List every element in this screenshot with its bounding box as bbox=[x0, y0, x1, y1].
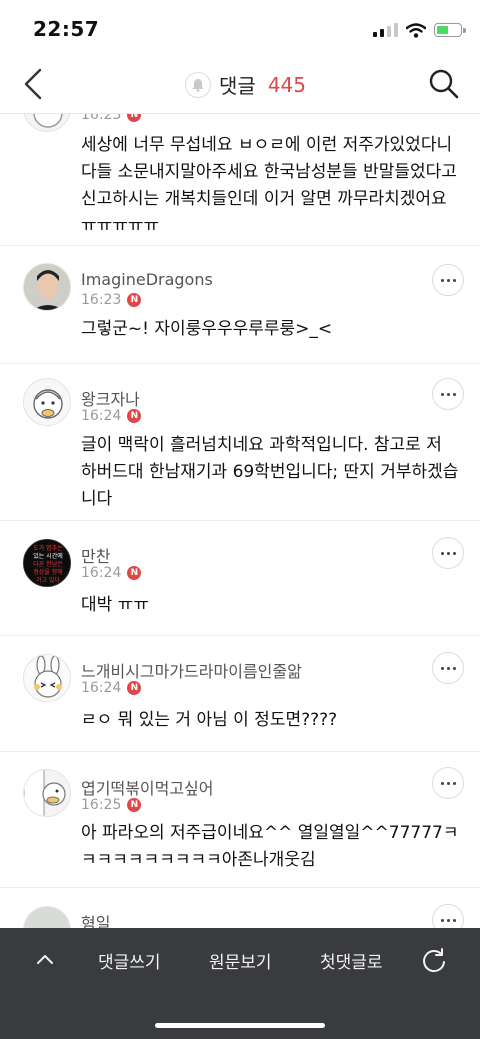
up-icon[interactable] bbox=[34, 950, 56, 968]
comment-item: 엽기떡볶이먹고싶어 16:25 N 아 파라오의 저주급이네요^^ 열일열일^^… bbox=[0, 752, 480, 888]
comment-item: 혐일 bbox=[0, 888, 480, 928]
comment-text: 세상에 너무 무섭네요 ㅂㅇㄹ에 이런 저주가있었다니 다들 소문내지말아주세요… bbox=[81, 135, 457, 236]
more-icon[interactable] bbox=[432, 537, 464, 569]
wifi-icon bbox=[406, 22, 426, 38]
comment-item: ImagineDragons 16:23 N 그렇군~! 자이룽우우우루루룽>_… bbox=[0, 246, 480, 364]
status-icons bbox=[373, 20, 466, 40]
comment-item: 16:23 N 세상에 너무 무섭네요 ㅂㅇㄹ에 이런 저주가있었다니 다들 소… bbox=[0, 114, 480, 246]
more-icon[interactable] bbox=[432, 652, 464, 684]
avatar[interactable] bbox=[23, 114, 71, 132]
home-indicator bbox=[155, 1023, 325, 1028]
comment-meta: 16:24 N bbox=[81, 565, 142, 581]
view-original-button[interactable]: 원문보기 bbox=[209, 948, 272, 973]
comment-nickname[interactable]: 왕크자나 bbox=[81, 386, 140, 410]
first-comment-button[interactable]: 첫댓글로 bbox=[320, 948, 383, 973]
search-icon[interactable] bbox=[428, 68, 460, 100]
back-icon[interactable] bbox=[20, 66, 50, 102]
comment-nickname[interactable]: 만찬 bbox=[81, 543, 110, 567]
comment-meta: 16:24 N bbox=[81, 680, 142, 696]
more-icon[interactable] bbox=[432, 378, 464, 410]
avatar[interactable] bbox=[23, 906, 71, 928]
new-badge: N bbox=[127, 566, 142, 580]
comment-nickname[interactable]: 혐일 bbox=[81, 910, 110, 928]
avatar[interactable] bbox=[23, 378, 71, 426]
refresh-icon[interactable] bbox=[420, 946, 448, 974]
comment-time: 16:23 bbox=[81, 292, 122, 308]
signal-icon bbox=[373, 23, 398, 37]
bottom-action-bar: 댓글쓰기 원문보기 첫댓글로 bbox=[0, 928, 480, 1039]
more-icon[interactable] bbox=[432, 767, 464, 799]
svg-text:가고 있다: 가고 있다 bbox=[36, 576, 60, 584]
avatar[interactable] bbox=[23, 654, 71, 702]
comment-text: 글이 맥락이 흘러넘치네요 과학적입니다. 참고로 저 하버드대 한남재기과 6… bbox=[81, 435, 459, 509]
svg-text:있는 시간에: 있는 시간에 bbox=[33, 552, 63, 560]
status-bar: 22:57 bbox=[0, 0, 480, 56]
page-title-group: 댓글 445 bbox=[185, 70, 306, 99]
avatar-text-graphic: 도가 멈추는 있는 시간에 다른 한남은 정상을 향해 가고 있다 bbox=[24, 540, 70, 586]
comment-text: 아 파라오의 저주급이네요^^ 열일열일^^77777ㅋㅋㅋㅋㅋㅋㅋㅋㅋㅋ아존나… bbox=[81, 823, 459, 870]
svg-text:정상을 향해: 정상을 향해 bbox=[33, 568, 63, 576]
bell-icon[interactable] bbox=[185, 71, 211, 98]
new-badge: N bbox=[127, 409, 142, 423]
comment-time: 16:24 bbox=[81, 680, 122, 696]
comment-item: 왕크자나 16:24 N 글이 맥락이 흘러넘치네요 과학적입니다. 참고로 저… bbox=[0, 364, 480, 521]
avatar[interactable] bbox=[23, 263, 71, 311]
comment-time: 16:23 bbox=[81, 114, 122, 123]
svg-text:다른 한남은: 다른 한남은 bbox=[33, 560, 63, 568]
new-badge: N bbox=[127, 293, 142, 307]
svg-text:도가 멈추는: 도가 멈추는 bbox=[33, 544, 63, 552]
comment-time: 16:25 bbox=[81, 797, 122, 813]
comment-meta: 16:25 N bbox=[81, 797, 142, 813]
comment-item: 도가 멈추는 있는 시간에 다른 한남은 정상을 향해 가고 있다 만찬 16:… bbox=[0, 521, 480, 636]
comment-meta: 16:24 N bbox=[81, 408, 142, 424]
page-title: 댓글 bbox=[219, 74, 256, 98]
comment-text: 대박 ㅠㅠ bbox=[81, 595, 149, 615]
comment-list[interactable]: 16:23 N 세상에 너무 무섭네요 ㅂㅇㄹ에 이런 저주가있었다니 다들 소… bbox=[0, 114, 480, 928]
comment-count: 445 bbox=[267, 72, 306, 97]
comment-text: ㄹㅇ 뭐 있는 거 아님 이 정도면???? bbox=[81, 710, 338, 730]
new-badge: N bbox=[127, 681, 142, 695]
write-comment-button[interactable]: 댓글쓰기 bbox=[98, 948, 161, 973]
comment-nickname[interactable]: 느개비시그마가드라마이름인줄앎 bbox=[81, 658, 302, 682]
avatar-image-text[interactable]: 도가 멈추는 있는 시간에 다른 한남은 정상을 향해 가고 있다 bbox=[23, 539, 71, 587]
new-badge: N bbox=[127, 798, 142, 812]
comment-item: 느개비시그마가드라마이름인줄앎 16:24 N ㄹㅇ 뭐 있는 거 아님 이 정… bbox=[0, 636, 480, 752]
battery-icon bbox=[434, 23, 466, 37]
comment-nickname[interactable]: 엽기떡볶이먹고싶어 bbox=[81, 775, 213, 799]
comment-time: 16:24 bbox=[81, 565, 122, 581]
new-badge: N bbox=[127, 114, 142, 122]
comment-meta: 16:23 N bbox=[81, 114, 142, 123]
header-bar: 댓글 445 bbox=[0, 56, 480, 114]
comment-time: 16:24 bbox=[81, 408, 122, 424]
comment-text: 그렇군~! 자이룽우우우루루룽>_< bbox=[81, 319, 333, 339]
more-icon[interactable] bbox=[432, 904, 464, 928]
status-time: 22:57 bbox=[33, 17, 100, 41]
more-icon[interactable] bbox=[432, 264, 464, 296]
avatar[interactable] bbox=[23, 769, 71, 817]
comment-meta: 16:23 N bbox=[81, 292, 142, 308]
comment-nickname[interactable]: ImagineDragons bbox=[81, 270, 213, 289]
